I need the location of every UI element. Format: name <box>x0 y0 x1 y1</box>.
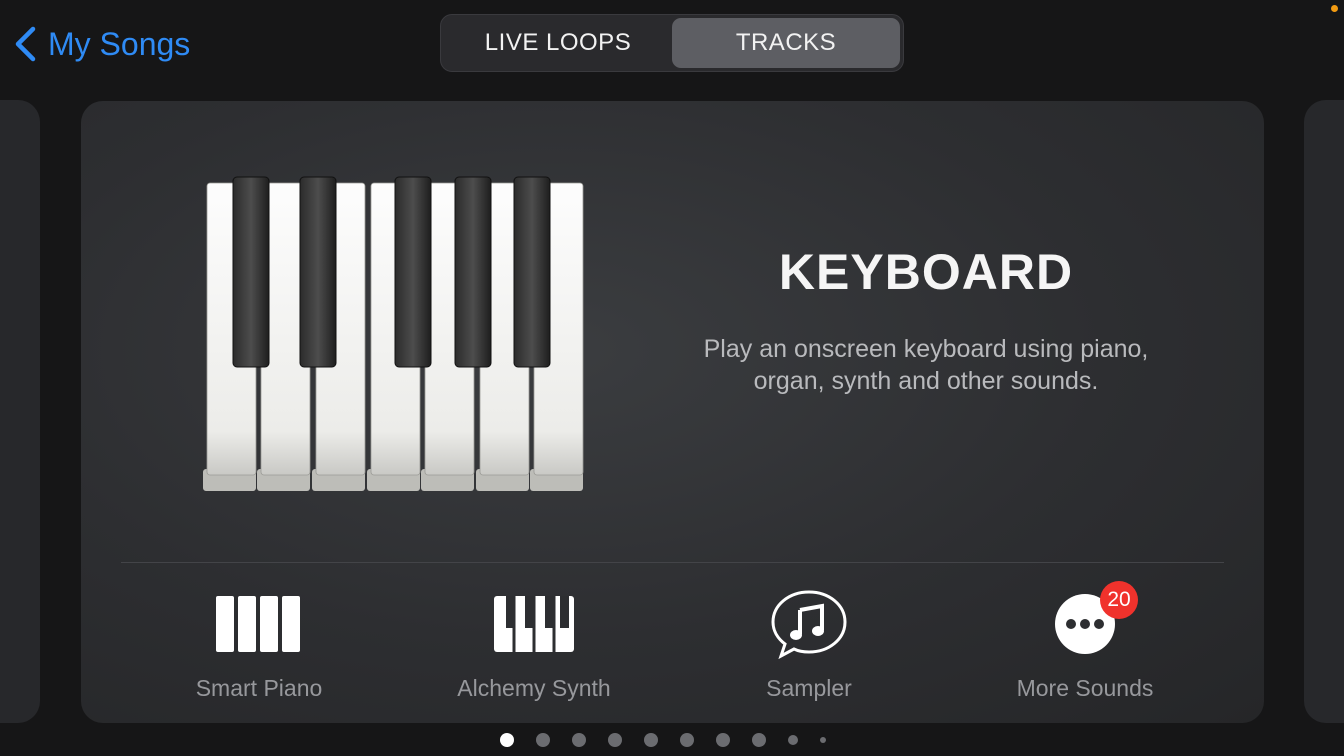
option-sampler[interactable]: Sampler <box>679 579 939 709</box>
smart-piano-icon <box>214 579 304 669</box>
option-label: More Sounds <box>1016 675 1154 701</box>
instrument-card-keyboard[interactable]: KEYBOARD Play an onscreen keyboard using… <box>81 101 1264 723</box>
chevron-left-icon <box>14 26 36 62</box>
instrument-title: KEYBOARD <box>778 244 1074 300</box>
page-indicator[interactable] <box>500 732 848 748</box>
back-button-label: My Songs <box>48 25 191 62</box>
black-key <box>394 176 432 368</box>
notification-badge: 20 <box>1100 581 1138 619</box>
option-label: Alchemy Synth <box>457 675 611 701</box>
page-dot <box>536 733 550 747</box>
mode-segmented-control: LIVE LOOPS TRACKS <box>440 14 904 72</box>
previous-instrument-card[interactable] <box>0 100 40 723</box>
page-dot <box>716 733 730 747</box>
instrument-description: Play an onscreen keyboard using piano, o… <box>661 333 1191 397</box>
page-dot <box>680 733 694 747</box>
piano-keys-icon <box>199 173 599 508</box>
page-dot <box>788 735 798 745</box>
status-indicator <box>1331 5 1338 12</box>
option-alchemy-synth[interactable]: Alchemy Synth <box>404 579 664 709</box>
page-dot <box>572 733 586 747</box>
page-dot <box>608 733 622 747</box>
option-label: Sampler <box>766 675 852 701</box>
option-smart-piano[interactable]: Smart Piano <box>129 579 389 709</box>
black-key <box>454 176 492 368</box>
page-dot <box>820 737 826 743</box>
segment-live-loops[interactable]: LIVE LOOPS <box>444 18 672 68</box>
option-label: Smart Piano <box>195 675 323 701</box>
page-dot <box>644 733 658 747</box>
next-instrument-card[interactable] <box>1304 100 1344 723</box>
page-dot <box>500 733 514 747</box>
ellipsis-circle-icon: 20 <box>1054 579 1138 669</box>
segment-tracks[interactable]: TRACKS <box>672 18 900 68</box>
page-dot <box>752 733 766 747</box>
black-key <box>299 176 337 368</box>
music-note-bubble-icon <box>769 579 849 669</box>
back-button[interactable]: My Songs <box>14 22 190 66</box>
option-more-sounds[interactable]: 20 More Sounds <box>955 579 1215 709</box>
description-line-1: Play an onscreen keyboard using piano, <box>703 335 1149 363</box>
black-key <box>232 176 270 368</box>
black-key <box>513 176 551 368</box>
synth-keys-icon <box>492 579 576 669</box>
divider <box>121 562 1224 563</box>
description-line-2: organ, synth and other sounds. <box>753 367 1099 395</box>
